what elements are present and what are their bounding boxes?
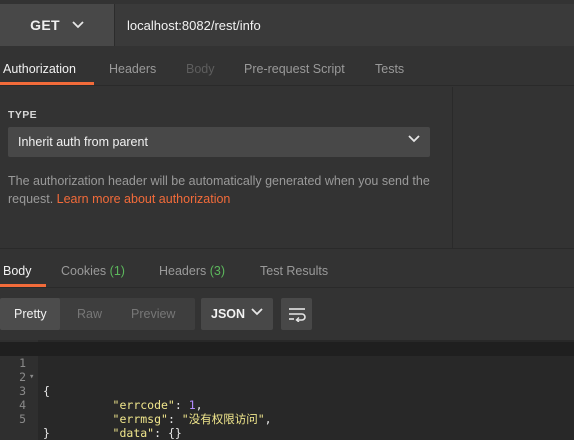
method-selector[interactable]: GET	[0, 4, 114, 46]
format-value: JSON	[211, 307, 246, 321]
auth-type-value: Inherit auth from parent	[18, 135, 148, 149]
code-line: 1 ▾ {	[0, 342, 574, 398]
learn-more-link[interactable]: Learn more about authorization	[57, 192, 231, 206]
auth-description: The authorization header will be automat…	[8, 172, 438, 208]
response-toolbar: Pretty Raw Preview JSON	[0, 298, 574, 332]
active-response-tab-indicator	[0, 284, 46, 287]
tab-tests[interactable]: Tests	[375, 54, 404, 86]
request-tabs: Authorization Headers Body Pre-request S…	[0, 54, 574, 86]
json-string: "没有权限访问"	[181, 412, 265, 426]
headers-label: Headers	[159, 264, 207, 278]
method-label: GET	[30, 17, 60, 33]
view-raw-button[interactable]: Raw	[77, 298, 102, 330]
tab-response-headers[interactable]: Headers (3)	[159, 256, 225, 288]
chevron-down-icon	[72, 21, 84, 29]
auth-type-label: TYPE	[8, 109, 38, 121]
auth-type-select[interactable]: Inherit auth from parent	[8, 127, 430, 157]
code-line: 4 "data": {}	[0, 384, 574, 440]
json-object: {}	[167, 426, 182, 440]
response-body-editor[interactable]: 1 ▾ { 2 "errcode": 1, 3 "errmsg": "没有权限访…	[0, 340, 574, 440]
tab-test-results[interactable]: Test Results	[260, 256, 328, 288]
side-panel	[452, 87, 574, 248]
code-close-brace: }	[43, 426, 50, 440]
tab-headers[interactable]: Headers	[109, 54, 156, 86]
wrap-lines-button[interactable]	[281, 298, 312, 330]
format-select[interactable]: JSON	[201, 298, 273, 330]
headers-count: (3)	[209, 264, 226, 278]
view-mode-group: Pretty Raw Preview	[0, 298, 195, 330]
url-bar: GET localhost:8082/rest/info	[0, 0, 574, 48]
view-preview-button[interactable]: Preview	[131, 298, 175, 330]
tab-cookies[interactable]: Cookies (1)	[61, 256, 125, 288]
line-number: 5	[19, 412, 26, 426]
wrap-lines-icon	[288, 308, 306, 322]
code-line: 5 }	[0, 398, 574, 440]
cookies-count: (1)	[109, 264, 125, 278]
divider	[0, 248, 574, 249]
tab-body[interactable]: Body	[186, 54, 215, 86]
chevron-down-icon	[408, 135, 420, 143]
chevron-down-icon	[251, 308, 263, 316]
authorization-panel: TYPE Inherit auth from parent The author…	[0, 87, 452, 248]
view-pretty-button[interactable]: Pretty	[14, 298, 47, 330]
response-tabs: Body Cookies (1) Headers (3) Test Result…	[0, 256, 574, 288]
code-line: 2 "errcode": 1,	[0, 356, 574, 412]
url-text: localhost:8082/rest/info	[127, 17, 261, 33]
url-input[interactable]: localhost:8082/rest/info	[114, 4, 574, 46]
json-key: "data"	[112, 426, 155, 440]
active-tab-indicator	[0, 82, 94, 85]
cookies-label: Cookies	[61, 264, 107, 278]
tab-pre-request-script[interactable]: Pre-request Script	[244, 54, 345, 86]
code-line: 3 "errmsg": "没有权限访问",	[0, 370, 574, 426]
